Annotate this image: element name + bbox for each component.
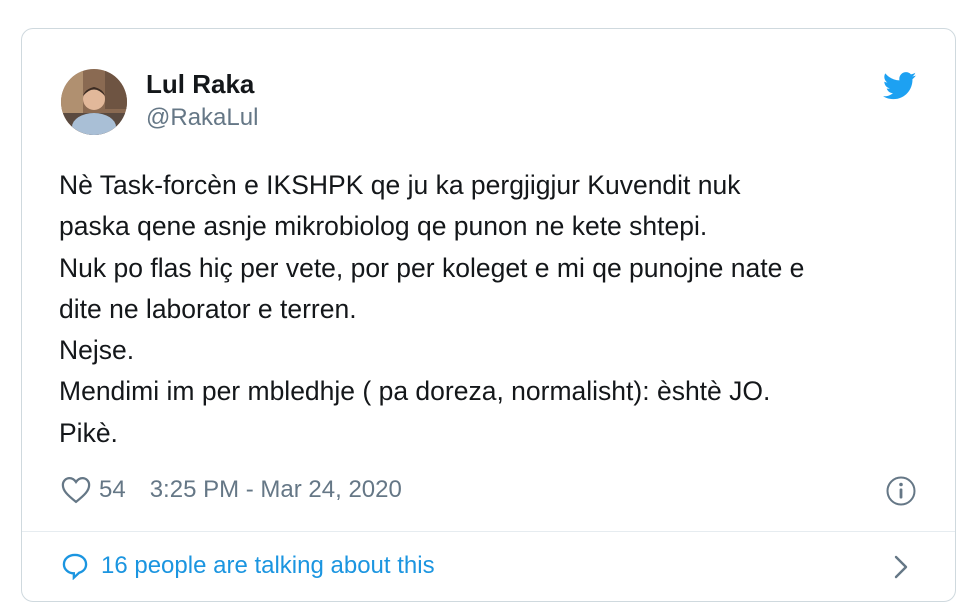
- conversation-link-text[interactable]: 16 people are talking about this: [101, 552, 435, 580]
- tweet-text-line: dite ne laborator e terren.: [59, 293, 357, 324]
- divider: [22, 531, 955, 532]
- tweet-text-line: paska qene asnje mikrobiolog qe punon ne…: [59, 211, 708, 242]
- tweet-text-line: Nuk po flas hiç per vete, por per kolege…: [59, 252, 805, 283]
- tweet-text-line: Nè Task-forcèn e IKSHPK qe ju ka pergjig…: [59, 170, 741, 200]
- conversation-link[interactable]: 16 people are talking about this: [61, 549, 435, 583]
- tweet-text: Nè Task-forcèn e IKSHPK qe ju ka pergjig…: [59, 165, 939, 454]
- tweet-text-line: Nejse.: [59, 335, 135, 366]
- speech-bubble-icon: [62, 553, 88, 580]
- display-name[interactable]: Lul Raka: [146, 69, 254, 99]
- user-handle[interactable]: @RakaLul: [146, 103, 258, 133]
- info-icon[interactable]: [885, 475, 917, 507]
- tweet-timestamp[interactable]: 3:25 PM - Mar 24, 2020: [150, 476, 402, 504]
- chevron-right-icon[interactable]: [892, 554, 910, 580]
- like-count[interactable]: 54: [99, 476, 126, 504]
- twitter-bird-icon[interactable]: [883, 72, 917, 100]
- tweet-meta: 54 3:25 PM - Mar 24, 2020: [61, 475, 402, 505]
- heart-icon[interactable]: [61, 476, 91, 504]
- tweet-text-line: Pikè.: [59, 417, 118, 448]
- tweet-text-line: Mendimi im per mbledhje ( pa doreza, nor…: [59, 376, 771, 407]
- tweet-card[interactable]: Lul Raka @RakaLul Nè Task-forcèn e IKSHP…: [21, 28, 956, 602]
- avatar[interactable]: [61, 69, 127, 135]
